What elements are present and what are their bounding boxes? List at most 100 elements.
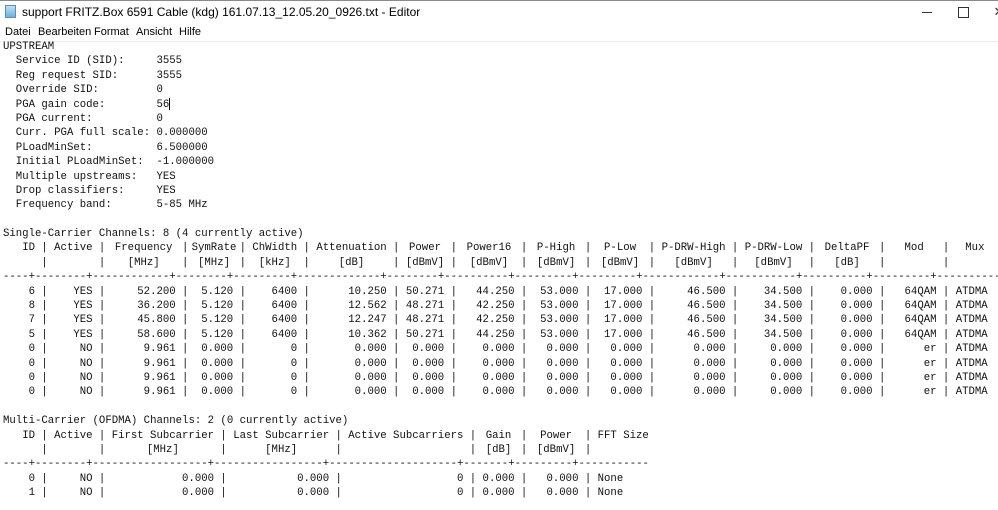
data-cell: ATDMA [955, 285, 988, 298]
data-cell: 0.000 [546, 357, 579, 370]
data-cell: 17.000 [604, 300, 643, 313]
table-row: 5 | YES | 58.600 | 5.120 | 6400 | 10.362 | 50.271 | 44… [3, 328, 998, 342]
table-row: 0 | NO | 9.961 | 0.000 | 0 | 0.000 | 0.000 | 0.000 | 0.0… [3, 385, 998, 399]
text-editor-area[interactable]: UPSTREAM Service ID (SID): 3555 Reg reque… [3, 40, 998, 510]
unit-cell: [dBmV] [536, 256, 576, 269]
table-row: 0 | NO | 9.961 | 0.000 | 0 | 0.000 | 0.000 | 0.000 | 0.0… [3, 357, 998, 371]
data-cell: 0.000 [201, 371, 234, 384]
data-cell: 50.271 [405, 285, 445, 298]
setting-label: PGA gain code: [15, 98, 106, 111]
setting-label: Initial PLoadMinSet: [15, 156, 144, 169]
data-cell: 0.000 [297, 487, 330, 500]
close-button[interactable]: ✕ [981, 1, 998, 23]
menu-datei[interactable]: Datei [5, 26, 31, 38]
data-cell: 12.562 [348, 300, 387, 313]
data-cell: 0 [28, 386, 35, 399]
menu-bearbeiten[interactable]: Bearbeiten [38, 26, 91, 38]
data-cell: 9.961 [143, 357, 176, 370]
setting-row: Service ID (SID): 3555 [3, 54, 998, 68]
data-cell: 44.250 [476, 285, 515, 298]
unit-cell: [dBmV] [469, 256, 509, 269]
minimize-button[interactable] [909, 1, 945, 23]
setting-row: Frequency band: 5-85 MHz [3, 198, 998, 212]
data-cell: NO [79, 472, 93, 485]
data-cell: 9.961 [143, 343, 176, 356]
data-cell: 53.000 [540, 314, 579, 327]
header-cell: Gain [485, 429, 512, 442]
menu-format[interactable]: Format [94, 26, 129, 38]
data-cell: 0.000 [840, 357, 873, 370]
data-cell: 0.000 [840, 343, 873, 356]
header-cell: Frequency [114, 242, 173, 255]
column-separator: | [41, 256, 48, 269]
header-cell: Active [54, 429, 93, 442]
data-cell: 0 [456, 487, 464, 500]
data-cell: 53.000 [540, 328, 579, 341]
data-cell: 0.000 [201, 343, 234, 356]
data-cell: 0 [28, 371, 35, 384]
data-cell: None [597, 487, 624, 500]
data-cell: 48.271 [405, 314, 445, 327]
data-cell: ATDMA [955, 371, 988, 384]
data-cell: 0 [28, 472, 35, 485]
data-cell: 5.120 [201, 300, 234, 313]
data-cell: 46.500 [687, 314, 726, 327]
data-cell: 0.000 [354, 371, 387, 384]
setting-label: Curr. PGA full scale: [15, 127, 151, 140]
setting-row: Curr. PGA full scale: 0.000000 [3, 126, 998, 140]
data-cell: ATDMA [955, 343, 988, 356]
header-cell: Last Subcarrier [233, 429, 330, 442]
table-title: Multi-Carrier (OFDMA) Channels: 2 (0 cur… [3, 415, 349, 428]
data-cell: 6400 [271, 300, 298, 313]
data-cell: 0.000 [693, 371, 726, 384]
data-cell: 17.000 [604, 314, 643, 327]
menu-ansicht[interactable]: Ansicht [136, 26, 172, 38]
table-units-row: | | [MHz] | [MHz] | | [dB] | [dBmV] | [3, 443, 998, 457]
setting-label: PGA current: [15, 112, 93, 125]
header-cell: First Subcarrier [111, 429, 215, 442]
title-bar[interactable]: support FRITZ.Box 6591 Cable (kdg) 161.0… [0, 1, 998, 23]
data-cell: 53.000 [540, 285, 579, 298]
unit-cell: [MHz] [265, 443, 298, 456]
data-cell: 0.000 [182, 472, 215, 485]
menu-hilfe[interactable]: Hilfe [179, 26, 201, 38]
table-row: 0 | NO | 0.000 | 0.000 | 0 | 0.000 | 0.000 | None [3, 472, 998, 486]
setting-label: Reg request SID: [15, 69, 119, 82]
header-cell: Active [54, 242, 93, 255]
data-cell: 64QAM [904, 328, 937, 341]
table-row: 6 | YES | 52.200 | 5.120 | 6400 | 10.250 | 50.271 | 44… [3, 285, 998, 299]
data-cell: 46.500 [687, 328, 726, 341]
data-cell: 8 [28, 300, 35, 313]
setting-value: 56 [156, 98, 170, 111]
data-cell: YES [73, 285, 93, 298]
header-cell: Power [540, 429, 573, 442]
data-cell: 0 [290, 386, 298, 399]
data-cell: 0.000 [840, 285, 873, 298]
data-cell: 0.000 [840, 386, 873, 399]
header-cell: P-DRW-High [661, 242, 726, 255]
data-cell: 0.000 [610, 343, 643, 356]
unit-cell: [dB] [834, 256, 860, 269]
data-cell: 5.120 [201, 328, 234, 341]
setting-value: YES [156, 184, 176, 197]
data-cell: 42.250 [476, 314, 515, 327]
data-cell: 0.000 [693, 343, 726, 356]
data-cell: 0.000 [482, 343, 515, 356]
maximize-button[interactable] [945, 1, 981, 23]
setting-value: 0 [156, 112, 163, 125]
data-cell: 44.250 [476, 328, 515, 341]
data-cell: 0.000 [354, 357, 387, 370]
data-cell: 34.500 [763, 285, 803, 298]
header-cell: P-High [536, 242, 576, 255]
data-cell: 64QAM [904, 314, 937, 327]
table-row: 8 | YES | 36.200 | 5.120 | 6400 | 12.562 | 48.271 | 42… [3, 299, 998, 313]
column-separator: | [584, 443, 592, 456]
data-cell: NO [79, 371, 93, 384]
data-cell: 0 [28, 357, 35, 370]
setting-row: PGA current: 0 [3, 112, 998, 126]
heading: UPSTREAM [3, 41, 55, 53]
data-cell: 0.000 [201, 357, 234, 370]
table-header-row: ID | Active | Frequency | SymRate | ChWidth | Atte… [3, 241, 998, 255]
header-cell: P-DRW-Low [744, 242, 803, 255]
